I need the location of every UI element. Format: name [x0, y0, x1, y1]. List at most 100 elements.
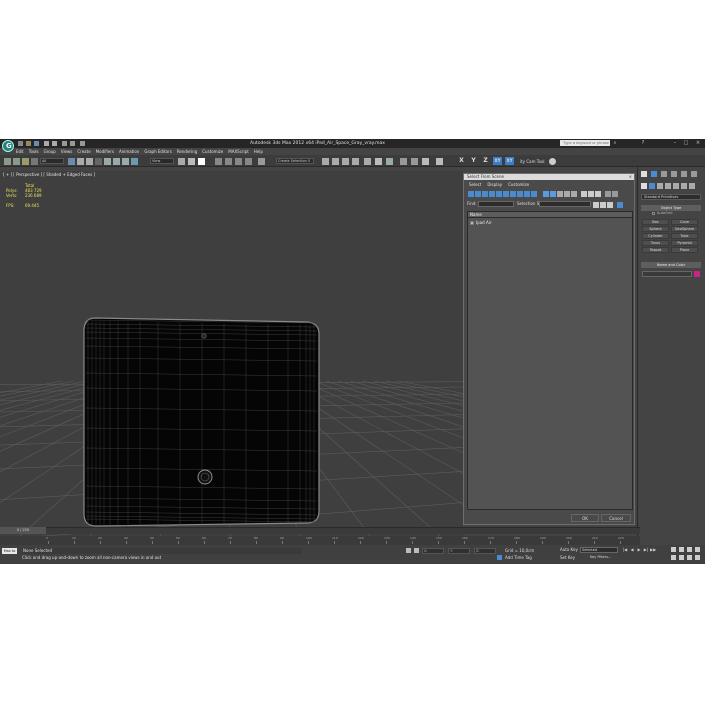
motion-tab-icon[interactable]: [671, 171, 677, 177]
spacewarps-category-icon[interactable]: [681, 183, 687, 189]
dialog-title[interactable]: Select From Scene: [464, 174, 634, 180]
project-folder-icon[interactable]: [80, 141, 85, 146]
close-window-icon[interactable]: ×: [695, 140, 701, 146]
device-body[interactable]: [83, 317, 320, 527]
create-tab-icon[interactable]: [641, 171, 647, 177]
menu-create[interactable]: Create: [77, 148, 90, 155]
orbit-icon[interactable]: [687, 555, 692, 560]
display-shapes-icon[interactable]: [475, 191, 481, 197]
sphere-button[interactable]: Sphere: [642, 226, 669, 232]
selection-filter-dropdown[interactable]: All: [40, 158, 64, 164]
app-logo[interactable]: G: [2, 140, 14, 152]
absolute-mode-icon[interactable]: [414, 548, 419, 553]
named-selection-dropdown[interactable]: Create Selection S: [276, 158, 314, 164]
camera-tool-label[interactable]: ity Cam Tool: [520, 159, 545, 164]
add-time-tag-button[interactable]: Add Time Tag: [505, 555, 532, 561]
display-all-icon[interactable]: [557, 191, 563, 197]
selection-set-select-icon[interactable]: [607, 202, 613, 208]
display-helpers-icon[interactable]: [496, 191, 502, 197]
open-file-icon[interactable]: [26, 141, 31, 146]
dialog-menu-display[interactable]: Display: [487, 181, 502, 188]
zoom-icon[interactable]: [671, 547, 676, 552]
x-coordinate-field[interactable]: X:: [422, 548, 444, 554]
rendered-frame-icon[interactable]: [411, 158, 418, 165]
camera-tool-icon[interactable]: [549, 158, 556, 165]
keyboard-shortcut-icon[interactable]: [198, 158, 205, 165]
cylinder-button[interactable]: Cylinder: [642, 233, 669, 239]
cone-button[interactable]: Cone: [671, 219, 698, 225]
window-crossing-icon[interactable]: [95, 158, 102, 165]
find-options-icon[interactable]: [612, 191, 618, 197]
dialog-menu-select[interactable]: Select: [469, 181, 481, 188]
menu-tools[interactable]: Tools: [29, 148, 39, 155]
help-icon[interactable]: ?: [640, 140, 646, 146]
axis-y-button[interactable]: Y: [469, 157, 478, 165]
hierarchy-tab-icon[interactable]: [661, 171, 667, 177]
lights-category-icon[interactable]: [657, 183, 663, 189]
torus-button[interactable]: Torus: [642, 240, 669, 246]
cancel-button[interactable]: Cancel: [601, 514, 631, 522]
render-iterative-icon[interactable]: [436, 158, 443, 165]
schematic-view-icon[interactable]: [375, 158, 382, 165]
unlink-icon[interactable]: [13, 158, 20, 165]
maximize-viewport-icon[interactable]: [695, 555, 700, 560]
selection-set-dropdown[interactable]: [539, 201, 591, 207]
filter-icon[interactable]: [605, 191, 611, 197]
next-frame-icon[interactable]: ▶|: [643, 547, 649, 553]
select-manipulate-icon[interactable]: [188, 158, 195, 165]
set-key-button[interactable]: Set Key: [560, 555, 575, 560]
layer-manager-icon[interactable]: [342, 158, 349, 165]
maxscript-listener-button[interactable]: Max to: [2, 548, 17, 554]
autogrid-checkbox[interactable]: AutoGrid: [652, 211, 672, 215]
select-move-icon[interactable]: [104, 158, 111, 165]
sync-selection-icon[interactable]: [581, 191, 587, 197]
menu-rendering[interactable]: Rendering: [177, 148, 197, 155]
link-icon[interactable]: [4, 158, 11, 165]
object-name-field[interactable]: [642, 271, 692, 277]
list-item[interactable]: Ipad Air: [470, 220, 491, 225]
cameras-category-icon[interactable]: [665, 183, 671, 189]
ipad-wireframe-model[interactable]: [0, 171, 463, 536]
auto-key-button[interactable]: Auto Key: [560, 547, 578, 552]
select-object-icon[interactable]: [68, 158, 75, 165]
helpers-category-icon[interactable]: [673, 183, 679, 189]
mirror-icon[interactable]: [322, 158, 329, 165]
snap-3d-icon[interactable]: [215, 158, 222, 165]
display-xrefs-icon[interactable]: [517, 191, 523, 197]
align-icon[interactable]: [332, 158, 339, 165]
z-coordinate-field[interactable]: Z:: [474, 548, 496, 554]
select-by-name-icon[interactable]: [77, 158, 84, 165]
display-frozen-icon[interactable]: [543, 191, 549, 197]
axis-xy-button[interactable]: XY: [493, 157, 502, 165]
name-and-color-rollout[interactable]: Name and Color: [641, 262, 701, 268]
field-of-view-icon[interactable]: [671, 555, 676, 560]
close-icon[interactable]: ×: [629, 174, 632, 180]
reference-coordinate-dropdown[interactable]: View: [150, 158, 174, 164]
menu-views[interactable]: Views: [61, 148, 73, 155]
save-file-icon[interactable]: [34, 141, 39, 146]
display-bones-icon[interactable]: [524, 191, 530, 197]
key-filters-button[interactable]: Key Filters...: [590, 555, 611, 559]
play-icon[interactable]: ▶: [636, 547, 642, 553]
selection-set-remove-icon[interactable]: [600, 202, 606, 208]
minimize-icon[interactable]: –: [672, 140, 678, 146]
goto-start-icon[interactable]: |◀: [622, 547, 628, 553]
display-lights-icon[interactable]: [482, 191, 488, 197]
zoom-all-icon[interactable]: [679, 547, 684, 552]
select-rotate-icon[interactable]: [113, 158, 120, 165]
redo-icon[interactable]: [52, 141, 57, 146]
menu-modifiers[interactable]: Modifiers: [96, 148, 114, 155]
utilities-tab-icon[interactable]: [691, 171, 697, 177]
scene-object-list[interactable]: Name Ipad Air: [467, 211, 633, 510]
menu-customize[interactable]: Customize: [202, 148, 223, 155]
select-scale-icon[interactable]: [122, 158, 129, 165]
display-cameras-icon[interactable]: [489, 191, 495, 197]
pyramid-button[interactable]: Pyramid: [671, 240, 698, 246]
fetch-icon[interactable]: [70, 141, 75, 146]
selection-filter-icon[interactable]: [31, 158, 38, 165]
select-children-icon[interactable]: [588, 191, 594, 197]
teapot-button[interactable]: Teapot: [642, 247, 669, 253]
zoom-extents-icon[interactable]: [687, 547, 692, 552]
find-input[interactable]: [478, 201, 514, 207]
selection-set-options-icon[interactable]: [617, 202, 623, 208]
